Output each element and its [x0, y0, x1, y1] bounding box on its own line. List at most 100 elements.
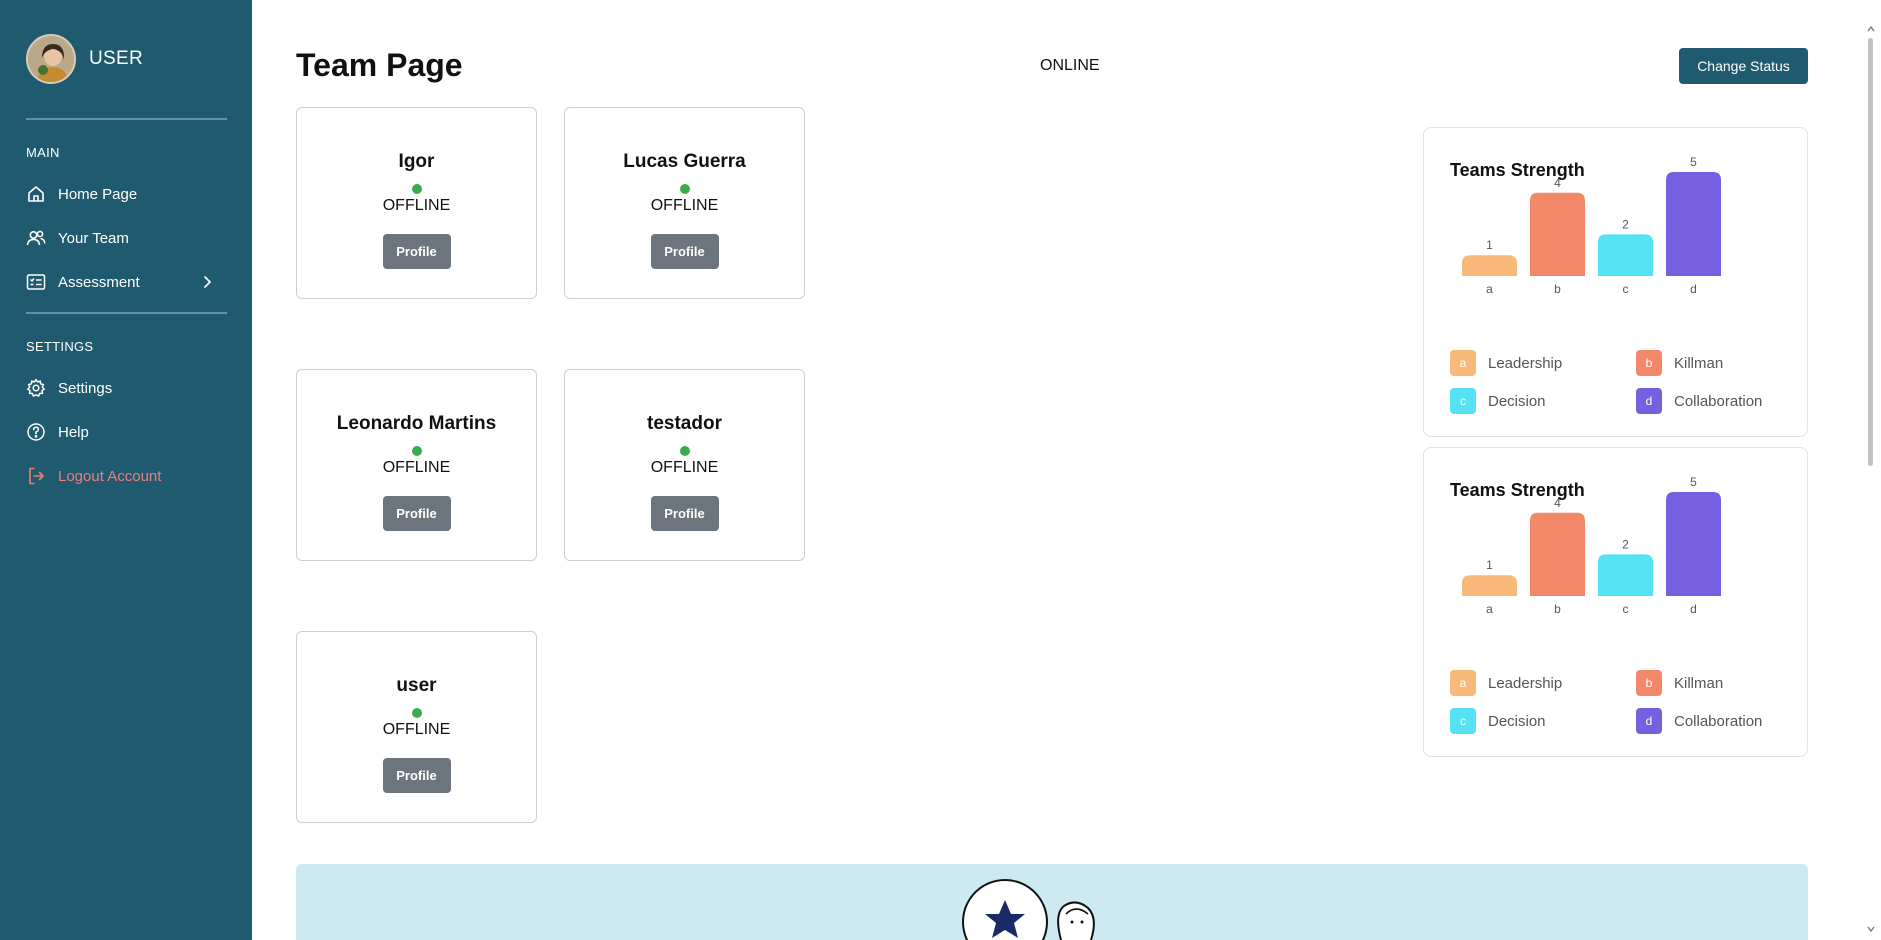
home-icon — [26, 184, 46, 204]
member-card: testador OFFLINE Profile — [564, 369, 805, 561]
member-card: user OFFLINE Profile — [296, 631, 537, 823]
scroll-thumb[interactable] — [1868, 38, 1873, 466]
gear-icon — [26, 378, 46, 398]
member-status: OFFLINE — [382, 721, 451, 738]
bar-c — [1598, 234, 1653, 276]
checklist-icon — [26, 272, 46, 292]
category-tick-label: a — [1486, 602, 1493, 616]
status-dot — [679, 446, 690, 456]
sidebar-item-settings[interactable]: Settings — [26, 373, 216, 403]
member-status: OFFLINE — [382, 459, 451, 476]
member-name: Lucas Guerra — [623, 151, 746, 172]
legend-swatch: d — [1636, 388, 1662, 414]
sidebar-divider — [26, 312, 227, 314]
legend-swatch: b — [1636, 670, 1662, 696]
current-status: ONLINE — [1040, 57, 1100, 74]
bar-value-label: 5 — [1690, 155, 1697, 169]
page-title: Team Page — [296, 47, 463, 83]
status-dot — [411, 446, 422, 456]
users-icon — [26, 228, 46, 248]
category-tick-label: d — [1690, 602, 1697, 616]
sidebar-item-label: Assessment — [58, 273, 140, 291]
sidebar-item-help[interactable]: Help — [26, 417, 216, 447]
sidebar-item-assessment[interactable]: Assessment — [26, 267, 216, 297]
member-status: OFFLINE — [650, 197, 719, 214]
sidebar-item-label: Logout Account — [58, 467, 162, 485]
bar-value-label: 1 — [1486, 558, 1493, 572]
legend-label: Collaboration — [1674, 712, 1763, 730]
bar-d — [1666, 172, 1721, 276]
sidebar-item-label: Settings — [58, 379, 113, 397]
profile-button[interactable]: Profile — [382, 234, 451, 269]
bar-d — [1666, 492, 1721, 596]
bar-a — [1462, 255, 1517, 276]
legend-item: b Killman — [1636, 350, 1723, 376]
category-tick-label: c — [1623, 282, 1629, 296]
profile-button[interactable]: Profile — [382, 758, 451, 793]
scroll-down-icon[interactable] — [1866, 924, 1876, 934]
bar-c — [1598, 554, 1653, 596]
category-tick-label: c — [1623, 602, 1629, 616]
category-tick-label: b — [1554, 602, 1561, 616]
status-dot — [411, 708, 422, 718]
sidebar-item-your-team[interactable]: Your Team — [26, 223, 216, 253]
bar-value-label: 2 — [1622, 537, 1629, 551]
legend-label: Decision — [1488, 392, 1546, 410]
sidebar-item-label: Your Team — [58, 229, 129, 247]
legend-label: Leadership — [1488, 674, 1563, 692]
promo-banner — [296, 864, 1808, 940]
category-tick-label: d — [1690, 282, 1697, 296]
avatar[interactable] — [26, 34, 76, 84]
status-dot — [411, 184, 422, 194]
sidebar-divider — [26, 118, 227, 120]
legend-swatch: c — [1450, 388, 1476, 414]
legend-item: d Collaboration — [1636, 388, 1762, 414]
teams-strength-card: Teams Strength 1a4b2c5d a Leadership b K… — [1423, 447, 1808, 757]
profile-button[interactable]: Profile — [650, 234, 719, 269]
legend-item: c Decision — [1450, 708, 1546, 734]
member-card: Lucas Guerra OFFLINE Profile — [564, 107, 805, 299]
sidebar-item-home-page[interactable]: Home Page — [26, 179, 216, 209]
change-status-button[interactable]: Change Status — [1679, 48, 1808, 84]
section-main-label: MAIN — [26, 145, 60, 160]
profile-button[interactable]: Profile — [382, 496, 451, 531]
legend-item: d Collaboration — [1636, 708, 1762, 734]
bar-value-label: 4 — [1554, 496, 1561, 510]
member-name: Igor — [398, 151, 435, 172]
sidebar-item-logout[interactable]: Logout Account — [26, 461, 216, 491]
user-name: USER — [89, 48, 143, 69]
section-settings-label: SETTINGS — [26, 339, 94, 354]
legend-label: Leadership — [1488, 354, 1563, 372]
member-card: Igor OFFLINE Profile — [296, 107, 537, 299]
legend-swatch: d — [1636, 708, 1662, 734]
main-content: Team Page ONLINE Change Status Igor OFFL… — [252, 0, 1881, 940]
sidebar-item-label: Home Page — [58, 185, 138, 203]
category-tick-label: a — [1486, 282, 1493, 296]
member-status: OFFLINE — [382, 197, 451, 214]
legend-label: Killman — [1674, 354, 1724, 372]
legend-label: Decision — [1488, 712, 1546, 730]
legend-item: a Leadership — [1450, 670, 1562, 696]
profile-button[interactable]: Profile — [650, 496, 719, 531]
scroll-up-icon[interactable] — [1866, 24, 1876, 34]
chevron-right-icon[interactable] — [198, 273, 216, 291]
bar-a — [1462, 575, 1517, 596]
bar-value-label: 2 — [1622, 217, 1629, 231]
user-profile[interactable]: USER — [26, 34, 143, 84]
bar-value-label: 5 — [1690, 475, 1697, 489]
member-name: user — [396, 675, 437, 696]
teams-strength-card: Teams Strength 1a4b2c5d a Leadership b K… — [1423, 127, 1808, 437]
status-dot — [679, 184, 690, 194]
legend-swatch: c — [1450, 708, 1476, 734]
legend-swatch: a — [1450, 350, 1476, 376]
member-name: Leonardo Martins — [336, 413, 497, 434]
logout-icon — [26, 466, 46, 486]
scrollbar[interactable] — [1862, 0, 1881, 940]
legend-item: b Killman — [1636, 670, 1723, 696]
bar-b — [1530, 192, 1585, 276]
teams-strength-chart: 1 a 4 b 2 c 5 d — [1462, 155, 1721, 296]
member-name: testador — [647, 413, 722, 434]
legend-swatch: a — [1450, 670, 1476, 696]
category-tick-label: b — [1554, 282, 1561, 296]
legend-label: Collaboration — [1674, 392, 1763, 410]
